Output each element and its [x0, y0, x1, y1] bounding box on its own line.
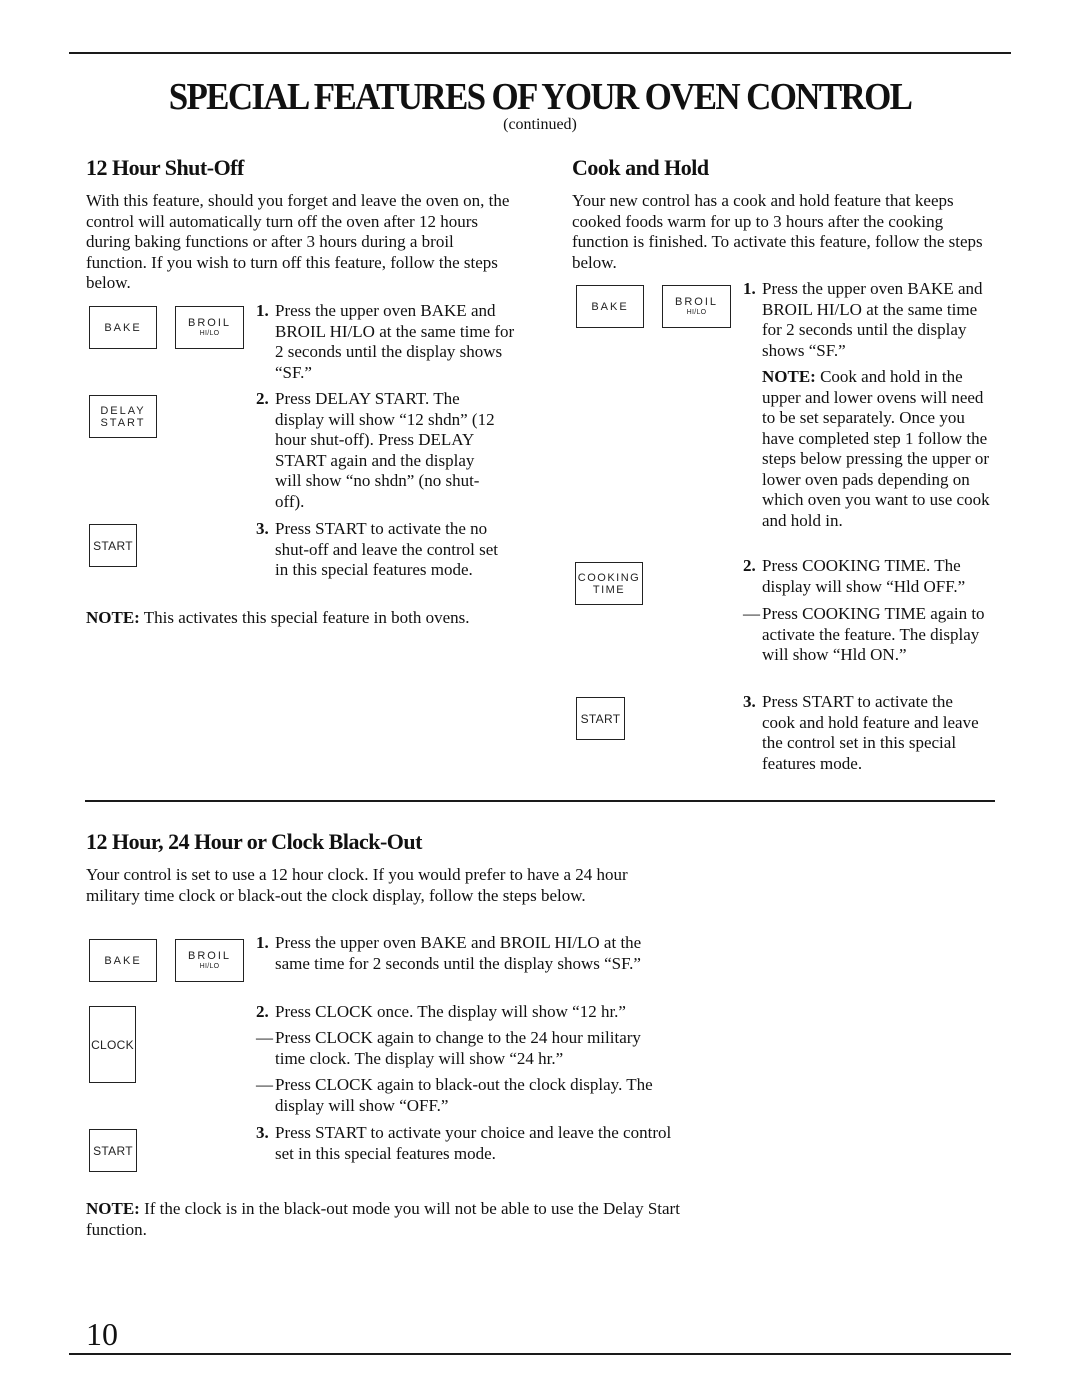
bake-key: BAKE	[89, 306, 157, 349]
cooking-time-key-label-1: COOKING	[577, 571, 641, 584]
cookhold-bake-key: BAKE	[576, 285, 644, 328]
clock-start-key: START	[89, 1129, 137, 1172]
shutoff-heading: 12 Hour Shut-Off	[86, 155, 244, 180]
shutoff-step-1: 1. Press the upper oven BAKE and BROIL HI…	[256, 301, 515, 382]
clock-step-3: 3. Press START to activate your choice an…	[256, 1123, 672, 1163]
clock-step-2b: — Press CLOCK again to change to the 24 h…	[256, 1028, 641, 1068]
clock-step-2: 2. Press CLOCK once. The display will sho…	[256, 1002, 626, 1021]
cookhold-heading: Cook and Hold	[572, 155, 709, 180]
clock-broil-key: BROIL HI/LO	[175, 939, 244, 982]
shutoff-step-2: 2. Press DELAY START. The display will sh…	[256, 389, 495, 511]
broil-key-label: BROIL	[187, 950, 231, 962]
delay-start-key: DELAY START	[89, 395, 157, 438]
delay-start-key-label: DELAY START	[100, 404, 146, 429]
cookhold-step-2: 2. Press COOKING TIME. The display will s…	[743, 556, 966, 596]
broil-key-sublabel: HI/LO	[199, 963, 220, 970]
broil-key: BROIL HI/LO	[175, 306, 244, 349]
clock-heading: 12 Hour, 24 Hour or Clock Black-Out	[86, 829, 422, 854]
cookhold-intro: Your new control has a cook and hold fea…	[572, 191, 983, 272]
start-key-label: START	[580, 711, 621, 726]
cookhold-step-2b: — Press COOKING TIME again to activate th…	[743, 604, 985, 664]
shutoff-note: NOTE: This activates this special featur…	[86, 608, 470, 627]
bake-key-label: BAKE	[104, 954, 142, 967]
page-number: 10	[86, 1316, 118, 1352]
broil-key-label: BROIL	[187, 317, 231, 329]
cooking-time-key-label-2: TIME	[592, 583, 626, 596]
start-key-label: START	[93, 538, 133, 553]
cookhold-step-1: 1. Press the upper oven BAKE and BROIL HI…	[743, 279, 983, 360]
bottom-rule	[69, 1353, 1011, 1355]
start-key: START	[89, 524, 137, 567]
shutoff-step-3: 3. Press START to activate the no shut-of…	[256, 519, 498, 579]
cookhold-broil-key: BROIL HI/LO	[662, 285, 731, 328]
top-rule	[69, 52, 1011, 54]
bake-key-label: BAKE	[591, 300, 629, 313]
page-title: SPECIAL FEATURES OF YOUR OVEN CONTROL	[168, 76, 913, 118]
cooking-time-key: COOKING TIME	[575, 562, 643, 605]
start-key-label: START	[93, 1143, 133, 1158]
bake-key-label: BAKE	[104, 321, 142, 334]
cookhold-note: NOTE: Cook and hold in the upper and low…	[762, 367, 990, 530]
clock-step-1: 1. Press the upper oven BAKE and BROIL HI…	[256, 933, 642, 973]
cookhold-step-3: 3. Press START to activate the cook and h…	[743, 692, 979, 773]
shutoff-intro: With this feature, should you forget and…	[86, 191, 510, 292]
clock-note: NOTE: If the clock is in the black-out m…	[86, 1199, 680, 1239]
page-subtitle: (continued)	[503, 116, 577, 133]
broil-key-sublabel: HI/LO	[686, 309, 707, 316]
section-divider	[85, 800, 995, 802]
clock-bake-key: BAKE	[89, 939, 157, 982]
broil-key-sublabel: HI/LO	[199, 330, 220, 337]
clock-step-2c: — Press CLOCK again to black-out the cloc…	[256, 1075, 653, 1115]
clock-intro: Your control is set to use a 12 hour clo…	[86, 865, 628, 905]
clock-key: CLOCK	[89, 1006, 136, 1083]
broil-key-label: BROIL	[674, 296, 718, 308]
cookhold-start-key: START	[576, 697, 625, 740]
clock-key-label: CLOCK	[91, 1037, 134, 1052]
